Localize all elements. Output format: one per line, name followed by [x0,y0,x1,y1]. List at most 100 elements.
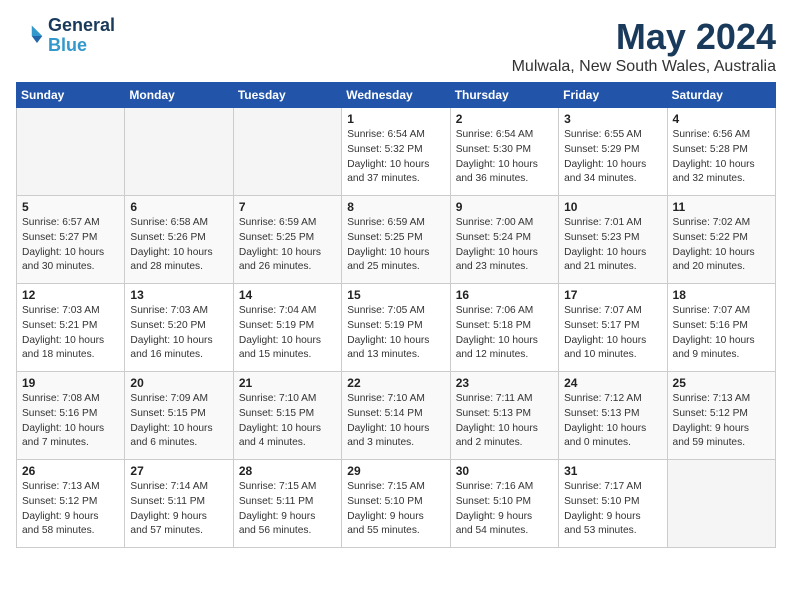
day-number: 16 [456,288,553,302]
calendar-cell: 7 Sunrise: 6:59 AM Sunset: 5:25 PM Daylig… [233,196,341,284]
day-info: Sunrise: 7:02 AM Sunset: 5:22 PM Dayligh… [673,216,770,275]
day-info: Sunrise: 7:03 AM Sunset: 5:21 PM Dayligh… [22,304,119,363]
day-info: Sunrise: 6:54 AM Sunset: 5:32 PM Dayligh… [347,128,444,187]
logo-icon [16,22,44,50]
day-info: Sunrise: 7:00 AM Sunset: 5:24 PM Dayligh… [456,216,553,275]
calendar-cell: 12 Sunrise: 7:03 AM Sunset: 5:21 PM Dayli… [17,284,125,372]
day-number: 2 [456,112,553,126]
day-info: Sunrise: 7:08 AM Sunset: 5:16 PM Dayligh… [22,392,119,451]
day-info: Sunrise: 6:55 AM Sunset: 5:29 PM Dayligh… [564,128,661,187]
calendar-cell: 31 Sunrise: 7:17 AM Sunset: 5:10 PM Dayli… [559,460,667,548]
day-info: Sunrise: 6:58 AM Sunset: 5:26 PM Dayligh… [130,216,227,275]
day-info: Sunrise: 6:59 AM Sunset: 5:25 PM Dayligh… [347,216,444,275]
calendar-cell: 16 Sunrise: 7:06 AM Sunset: 5:18 PM Dayli… [450,284,558,372]
day-number: 5 [22,200,119,214]
logo-text: General Blue [48,16,115,56]
location: Mulwala, New South Wales, Australia [512,58,776,76]
day-header-wednesday: Wednesday [342,83,450,108]
calendar-cell: 20 Sunrise: 7:09 AM Sunset: 5:15 PM Dayli… [125,372,233,460]
day-number: 1 [347,112,444,126]
day-number: 9 [456,200,553,214]
day-number: 30 [456,464,553,478]
calendar-cell [17,108,125,196]
day-number: 17 [564,288,661,302]
day-info: Sunrise: 7:12 AM Sunset: 5:13 PM Dayligh… [564,392,661,451]
calendar-cell: 14 Sunrise: 7:04 AM Sunset: 5:19 PM Dayli… [233,284,341,372]
day-info: Sunrise: 7:13 AM Sunset: 5:12 PM Dayligh… [673,392,770,451]
calendar-cell: 21 Sunrise: 7:10 AM Sunset: 5:15 PM Dayli… [233,372,341,460]
title-block: May 2024 Mulwala, New South Wales, Austr… [512,16,776,76]
day-number: 20 [130,376,227,390]
day-number: 3 [564,112,661,126]
day-info: Sunrise: 7:07 AM Sunset: 5:16 PM Dayligh… [673,304,770,363]
day-number: 26 [22,464,119,478]
day-number: 24 [564,376,661,390]
week-row-4: 19Sunrise: 7:08 AM Sunset: 5:16 PM Dayli… [17,372,776,460]
day-info: Sunrise: 7:16 AM Sunset: 5:10 PM Dayligh… [456,480,553,539]
calendar-cell: 17Sunrise: 7:07 AM Sunset: 5:17 PM Dayli… [559,284,667,372]
day-info: Sunrise: 7:01 AM Sunset: 5:23 PM Dayligh… [564,216,661,275]
day-info: Sunrise: 7:03 AM Sunset: 5:20 PM Dayligh… [130,304,227,363]
calendar-cell: 10 Sunrise: 7:01 AM Sunset: 5:23 PM Dayli… [559,196,667,284]
day-info: Sunrise: 6:54 AM Sunset: 5:30 PM Dayligh… [456,128,553,187]
calendar-cell [233,108,341,196]
calendar-cell: 23 Sunrise: 7:11 AM Sunset: 5:13 PM Dayli… [450,372,558,460]
day-info: Sunrise: 6:57 AM Sunset: 5:27 PM Dayligh… [22,216,119,275]
day-info: Sunrise: 7:10 AM Sunset: 5:15 PM Dayligh… [239,392,336,451]
day-info: Sunrise: 6:56 AM Sunset: 5:28 PM Dayligh… [673,128,770,187]
page-header: General Blue May 2024 Mulwala, New South… [16,16,776,76]
calendar-cell: 28 Sunrise: 7:15 AM Sunset: 5:11 PM Dayli… [233,460,341,548]
day-number: 27 [130,464,227,478]
week-row-3: 12 Sunrise: 7:03 AM Sunset: 5:21 PM Dayli… [17,284,776,372]
day-number: 28 [239,464,336,478]
day-info: Sunrise: 7:05 AM Sunset: 5:19 PM Dayligh… [347,304,444,363]
month-title: May 2024 [512,16,776,58]
calendar-cell: 9 Sunrise: 7:00 AM Sunset: 5:24 PM Daylig… [450,196,558,284]
calendar-cell: 8Sunrise: 6:59 AM Sunset: 5:25 PM Daylig… [342,196,450,284]
day-info: Sunrise: 7:17 AM Sunset: 5:10 PM Dayligh… [564,480,661,539]
day-info: Sunrise: 7:06 AM Sunset: 5:18 PM Dayligh… [456,304,553,363]
day-header-saturday: Saturday [667,83,775,108]
day-info: Sunrise: 6:59 AM Sunset: 5:25 PM Dayligh… [239,216,336,275]
calendar-cell: 11Sunrise: 7:02 AM Sunset: 5:22 PM Dayli… [667,196,775,284]
calendar-cell: 5 Sunrise: 6:57 AM Sunset: 5:27 PM Daylig… [17,196,125,284]
day-number: 23 [456,376,553,390]
day-number: 12 [22,288,119,302]
calendar-cell: 4 Sunrise: 6:56 AM Sunset: 5:28 PM Daylig… [667,108,775,196]
day-number: 6 [130,200,227,214]
day-number: 13 [130,288,227,302]
week-row-5: 26Sunrise: 7:13 AM Sunset: 5:12 PM Dayli… [17,460,776,548]
day-number: 4 [673,112,770,126]
day-header-sunday: Sunday [17,83,125,108]
day-number: 21 [239,376,336,390]
calendar-cell: 25Sunrise: 7:13 AM Sunset: 5:12 PM Dayli… [667,372,775,460]
day-header-tuesday: Tuesday [233,83,341,108]
calendar-cell: 18 Sunrise: 7:07 AM Sunset: 5:16 PM Dayli… [667,284,775,372]
calendar-cell: 15Sunrise: 7:05 AM Sunset: 5:19 PM Dayli… [342,284,450,372]
logo: General Blue [16,16,115,56]
calendar-cell: 27 Sunrise: 7:14 AM Sunset: 5:11 PM Dayli… [125,460,233,548]
calendar-cell: 22Sunrise: 7:10 AM Sunset: 5:14 PM Dayli… [342,372,450,460]
week-row-2: 5 Sunrise: 6:57 AM Sunset: 5:27 PM Daylig… [17,196,776,284]
header-row: SundayMondayTuesdayWednesdayThursdayFrid… [17,83,776,108]
day-number: 31 [564,464,661,478]
day-number: 14 [239,288,336,302]
day-info: Sunrise: 7:15 AM Sunset: 5:11 PM Dayligh… [239,480,336,539]
calendar-cell: 29Sunrise: 7:15 AM Sunset: 5:10 PM Dayli… [342,460,450,548]
day-number: 10 [564,200,661,214]
calendar-cell: 26Sunrise: 7:13 AM Sunset: 5:12 PM Dayli… [17,460,125,548]
calendar-cell [125,108,233,196]
day-header-friday: Friday [559,83,667,108]
day-info: Sunrise: 7:09 AM Sunset: 5:15 PM Dayligh… [130,392,227,451]
day-number: 29 [347,464,444,478]
day-header-monday: Monday [125,83,233,108]
day-number: 7 [239,200,336,214]
calendar-cell: 24 Sunrise: 7:12 AM Sunset: 5:13 PM Dayli… [559,372,667,460]
calendar-table: SundayMondayTuesdayWednesdayThursdayFrid… [16,82,776,548]
day-info: Sunrise: 7:04 AM Sunset: 5:19 PM Dayligh… [239,304,336,363]
calendar-cell: 2 Sunrise: 6:54 AM Sunset: 5:30 PM Daylig… [450,108,558,196]
calendar-cell [667,460,775,548]
day-info: Sunrise: 7:11 AM Sunset: 5:13 PM Dayligh… [456,392,553,451]
day-info: Sunrise: 7:14 AM Sunset: 5:11 PM Dayligh… [130,480,227,539]
day-number: 18 [673,288,770,302]
